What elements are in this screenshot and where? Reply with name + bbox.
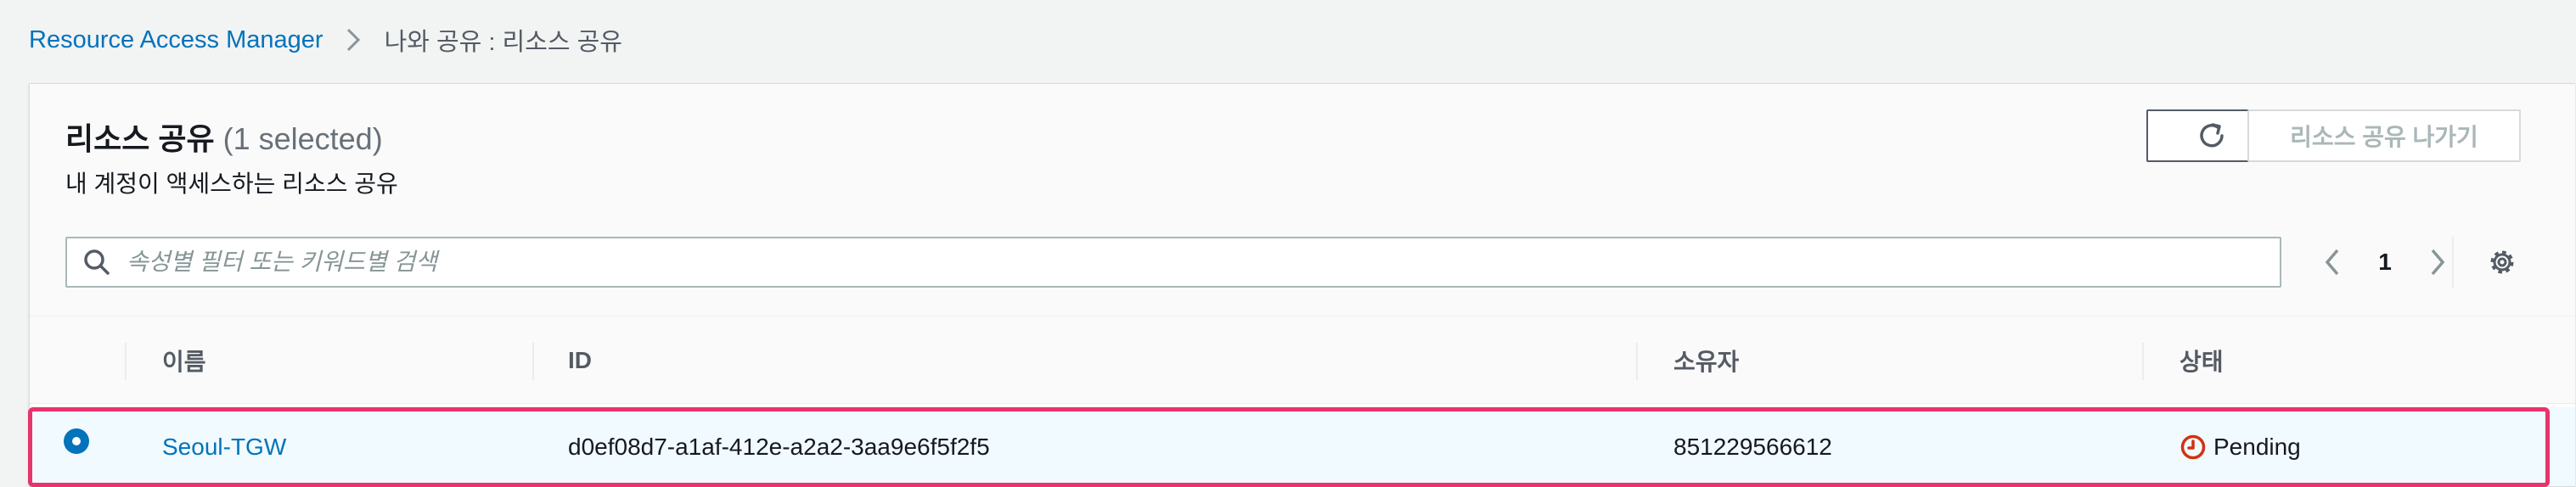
- panel-title-text: 리소스 공유: [65, 121, 215, 156]
- selected-count: (1 selected): [222, 121, 383, 156]
- table-row[interactable]: Seoul-TGW d0ef08d7-a1af-412e-a2a2-3aa9e6…: [30, 407, 2575, 486]
- breadcrumb: Resource Access Manager 나와 공유 : 리소스 공유: [29, 19, 622, 61]
- previous-page-button[interactable]: [2314, 237, 2351, 288]
- radio-dot: [72, 437, 81, 445]
- resource-shares-panel: 리소스 공유 (1 selected) 내 계정이 액세스하는 리소스 공유 리소…: [28, 83, 2575, 487]
- status-text: Pending: [2213, 433, 2301, 460]
- next-page-button[interactable]: [2419, 237, 2456, 288]
- chevron-right-icon: [346, 27, 361, 53]
- preferences-button[interactable]: [2483, 244, 2521, 281]
- resource-share-status: Pending: [2179, 407, 2301, 486]
- pagination: 1: [2314, 237, 2456, 288]
- resource-share-id: d0ef08d7-a1af-412e-a2a2-3aa9e6f5f2f5: [568, 433, 990, 460]
- pending-clock-icon: [2179, 434, 2207, 461]
- resource-share-name-link[interactable]: Seoul-TGW: [162, 407, 286, 486]
- column-divider: [532, 343, 534, 380]
- row-select-radio[interactable]: [64, 428, 89, 454]
- search-input[interactable]: [127, 239, 2280, 285]
- chevron-right-icon: [2431, 249, 2445, 276]
- column-header-name[interactable]: 이름: [162, 317, 206, 404]
- column-header-id[interactable]: ID: [568, 317, 592, 404]
- column-divider: [2142, 343, 2144, 380]
- breadcrumb-current: 나와 공유 : 리소스 공유: [384, 29, 622, 56]
- refresh-icon: [2200, 123, 2224, 148]
- column-header-status[interactable]: 상태: [2179, 317, 2224, 404]
- panel-header: 리소스 공유 (1 selected) 내 계정이 액세스하는 리소스 공유 리소…: [30, 84, 2575, 316]
- divider: [2452, 237, 2454, 288]
- breadcrumb-resource-access-manager-link[interactable]: Resource Access Manager: [29, 26, 323, 54]
- page-number[interactable]: 1: [2351, 249, 2419, 276]
- resource-share-owner: 851229566612: [1673, 433, 1832, 460]
- chevron-left-icon: [2325, 249, 2339, 276]
- column-divider: [1636, 343, 1638, 380]
- panel-title: 리소스 공유 (1 selected): [65, 115, 383, 159]
- column-divider: [125, 343, 127, 380]
- column-header-owner[interactable]: 소유자: [1673, 317, 1739, 404]
- search-filter[interactable]: [65, 237, 2281, 288]
- panel-description: 내 계정이 액세스하는 리소스 공유: [65, 171, 398, 197]
- search-icon: [67, 238, 127, 286]
- table-header: 이름 ID 소유자 상태: [30, 317, 2575, 404]
- leave-resource-share-button[interactable]: 리소스 공유 나가기: [2247, 109, 2521, 162]
- gear-icon: [2490, 250, 2514, 274]
